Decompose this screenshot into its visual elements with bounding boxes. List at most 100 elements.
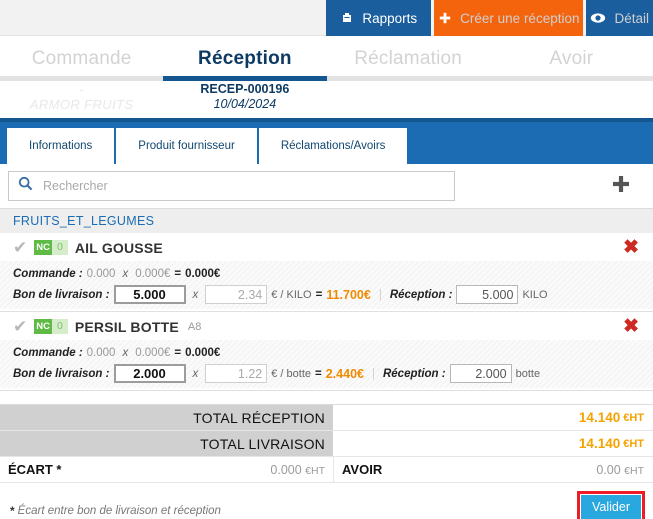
bon-livraison-qty-input[interactable] (113, 285, 186, 304)
reception-info-column: RECEP-000196 10/04/2024 (163, 81, 326, 118)
detail-button[interactable]: Détail (586, 0, 653, 36)
product-row: ✔ NC 0 AIL GOUSSE ✖ Commande : 0.000 x 0… (0, 233, 653, 312)
avoir-value: 0.00 (596, 462, 621, 477)
product-title-row: ✔ NC 0 PERSIL BOTTE A8 ✖ (0, 312, 653, 340)
commande-multiply-symbol: x (122, 346, 129, 359)
nav-tab-reclamation[interactable]: Réclamation (327, 36, 490, 81)
divider: | (371, 367, 375, 380)
bl-multiply-symbol: x (192, 288, 199, 301)
total-reception-value-cell: 14.140 €HT (333, 405, 653, 430)
search-input[interactable] (41, 178, 445, 194)
eye-icon (590, 12, 606, 24)
bon-livraison-qty-input[interactable] (113, 364, 186, 383)
commande-unit-price: 0.000€ (135, 346, 171, 359)
bon-livraison-price-input[interactable] (205, 364, 268, 383)
ecart-label: ÉCART * (8, 462, 62, 477)
bl-unit-label: € / botte (271, 367, 312, 380)
commande-label: Commande : (13, 346, 83, 359)
search-icon (18, 176, 33, 196)
top-action-bar: Rapports Créer une réception Détail (0, 0, 653, 36)
divider: | (378, 288, 382, 301)
bon-livraison-label: Bon de livraison : (13, 288, 110, 301)
commande-multiply-symbol: x (122, 267, 129, 280)
detail-label: Détail (614, 10, 649, 26)
bl-total: 11.700€ (326, 287, 371, 302)
check-icon[interactable]: ✔ (13, 239, 27, 256)
footnote-text: Écart entre bon de livraison et réceptio… (17, 504, 221, 517)
nav-tab-commande[interactable]: Commande (0, 36, 163, 81)
tab-produit-fournisseur-label: Produit fournisseur (138, 140, 235, 152)
total-livraison-row: TOTAL LIVRAISON 14.140 €HT (0, 431, 653, 457)
commande-qty: 0.000 (86, 267, 116, 280)
commande-total: 0.000€ (185, 267, 221, 280)
total-livraison-currency: €HT (623, 437, 644, 450)
check-icon[interactable]: ✔ (13, 318, 27, 335)
add-product-button[interactable] (611, 174, 631, 199)
bl-total: 2.440€ (325, 366, 364, 381)
creer-reception-button[interactable]: Créer une réception (434, 0, 584, 36)
ecart-value: 0.000 (270, 462, 302, 477)
bon-livraison-line: Bon de livraison : x € / botte = 2.440€ … (13, 363, 653, 384)
commande-total: 0.000€ (185, 346, 221, 359)
total-livraison-label: TOTAL LIVRAISON (0, 431, 333, 456)
ecart-value-wrap: 0.000 €HT (270, 463, 333, 477)
plus-icon (438, 11, 452, 25)
close-icon[interactable]: ✖ (623, 317, 639, 336)
supplier-dash: - (79, 82, 84, 97)
bl-multiply-symbol: x (192, 367, 199, 380)
nav-tab-reception[interactable]: Réception (163, 36, 326, 81)
badge-code: NC (34, 319, 52, 334)
status-badge: NC 0 (34, 240, 68, 255)
ecart-avoir-row: ÉCART * 0.000 €HT AVOIR 0.00 €HT (0, 457, 653, 483)
bl-equals-symbol: = (315, 367, 322, 380)
validate-button[interactable]: Valider (581, 495, 641, 519)
ecart-cell: ÉCART * 0.000 €HT (0, 457, 333, 482)
nav-tab-commande-label: Commande (31, 47, 132, 69)
commande-equals-symbol: = (174, 346, 182, 359)
tab-reclamations-avoirs[interactable]: Réclamations/Avoirs (256, 126, 410, 164)
reception-unit: KILO (522, 288, 548, 301)
product-detail-block: Commande : 0.000 x 0.000€ = 0.000€ Bon d… (0, 340, 653, 388)
reception-number: RECEP-000196 (200, 82, 290, 96)
reception-subheader: - ARMOR FRUITS RECEP-000196 10/04/2024 (0, 81, 653, 122)
total-reception-value: 14.140 (578, 410, 621, 425)
avoir-label: AVOIR (342, 462, 383, 477)
close-icon[interactable]: ✖ (623, 238, 639, 257)
main-nav-tabs: Commande Réception Réclamation Avoir (0, 36, 653, 81)
badge-code: NC (34, 240, 52, 255)
validate-highlight: Valider (577, 491, 645, 519)
supplier-name: ARMOR FRUITS (29, 97, 134, 112)
tab-produit-fournisseur[interactable]: Produit fournisseur (114, 126, 259, 164)
rapports-button[interactable]: Rapports (326, 0, 432, 36)
search-box[interactable] (8, 171, 455, 201)
supplier-column: - ARMOR FRUITS (0, 81, 163, 118)
reception-page: Rapports Créer une réception Détail Comm… (0, 0, 653, 519)
product-name: PERSIL BOTTE (74, 318, 179, 335)
total-reception-currency: €HT (623, 411, 644, 424)
nav-tab-reception-label: Réception (198, 47, 292, 69)
bl-equals-symbol: = (315, 288, 323, 301)
product-name: AIL GOUSSE (74, 239, 163, 256)
plus-icon (611, 174, 631, 199)
avoir-value-wrap: 0.00 €HT (596, 463, 653, 477)
nav-tab-avoir[interactable]: Avoir (490, 36, 653, 81)
bon-livraison-price-input[interactable] (205, 285, 268, 304)
avoir-currency: €HT (624, 464, 644, 477)
commande-equals-symbol: = (174, 267, 182, 280)
total-livraison-value-cell: 14.140 €HT (333, 431, 653, 456)
report-icon (340, 11, 354, 25)
reception-qty-input[interactable] (456, 285, 519, 304)
footer-note-row: * Écart entre bon de livraison et récept… (0, 483, 653, 519)
commande-line: Commande : 0.000 x 0.000€ = 0.000€ (13, 263, 653, 284)
rapports-label: Rapports (362, 10, 418, 26)
bon-livraison-label: Bon de livraison : (13, 367, 110, 380)
commande-line: Commande : 0.000 x 0.000€ = 0.000€ (13, 342, 653, 363)
tab-reclamations-avoirs-label: Réclamations/Avoirs (280, 140, 386, 152)
reception-qty-input[interactable] (449, 364, 512, 383)
row-separator (0, 390, 653, 391)
tab-informations[interactable]: Informations (5, 126, 117, 164)
content-tabs: Informations Produit fournisseur Réclama… (0, 122, 653, 164)
avoir-column (490, 81, 653, 118)
product-group-header: FRUITS_ET_LEGUMES (0, 208, 653, 233)
product-reference: A8 (187, 320, 202, 333)
